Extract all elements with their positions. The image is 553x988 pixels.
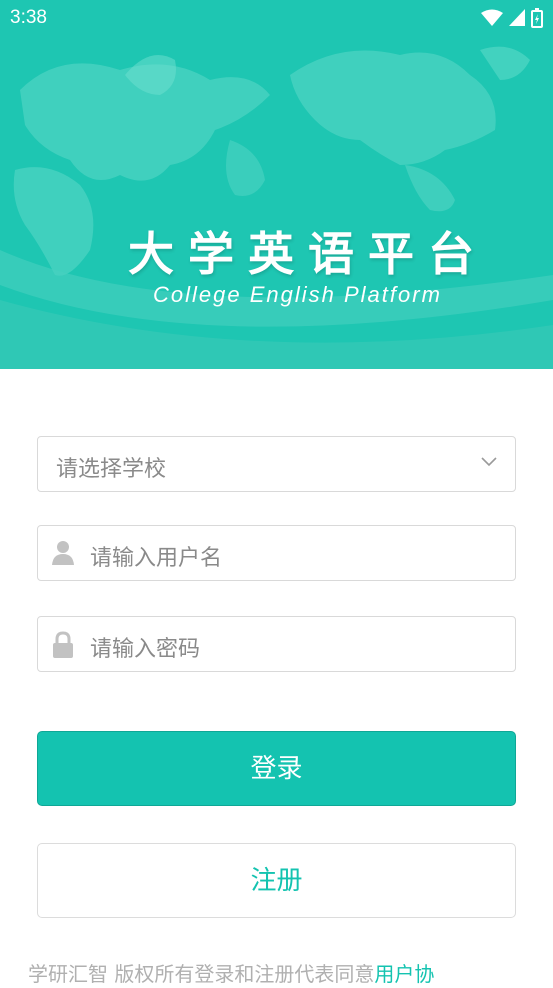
status-bar: 3:38 [0,0,553,38]
password-placeholder: 请输入密码 [90,637,201,662]
login-button-label: 登录 [250,754,303,784]
app-title: 大学英语平台 [128,227,488,281]
register-button-label: 注册 [250,866,303,896]
app-subtitle: College English Platform [153,282,442,307]
header-banner: 3:38 大学英语平台 College English Platform [0,0,553,369]
status-time: 3:38 [10,7,47,28]
username-placeholder: 请输入用户名 [90,546,223,571]
wifi-icon [481,9,503,26]
user-agreement-link[interactable]: 用户协 [374,962,434,986]
school-select[interactable]: 请选择学校 [37,436,516,492]
footer-text: 学研汇智 版权所有登录和注册代表同意 [28,962,375,986]
username-field[interactable]: 请输入用户名 [37,525,516,581]
register-button[interactable]: 注册 [37,843,516,918]
lock-icon [53,631,73,658]
world-map-illustration [0,46,553,369]
status-icons [481,8,543,28]
user-icon [52,541,74,565]
chevron-down-icon [481,457,497,467]
password-field[interactable]: 请输入密码 [37,616,516,672]
login-button[interactable]: 登录 [37,731,516,806]
battery-icon [531,8,543,28]
signal-icon [509,9,525,26]
school-select-placeholder: 请选择学校 [56,457,167,482]
